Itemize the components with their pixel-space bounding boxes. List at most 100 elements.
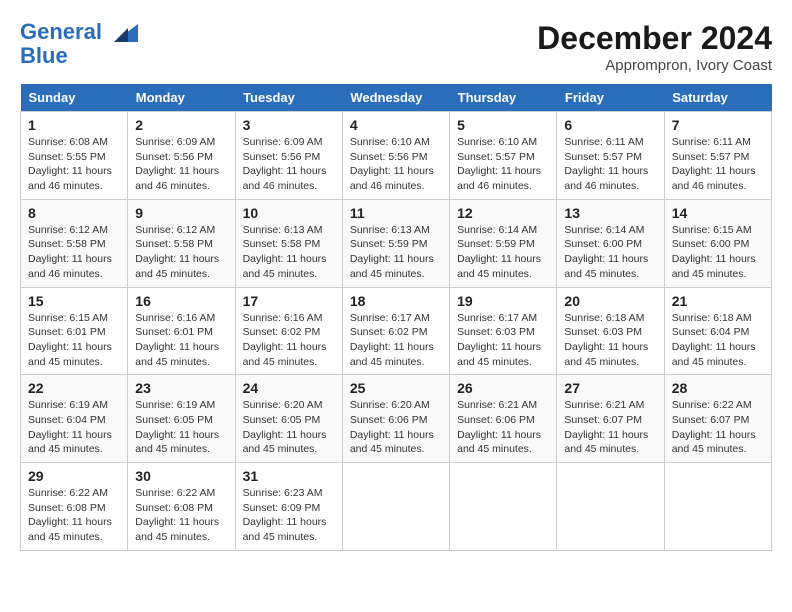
day-cell-8: 8 Sunrise: 6:12 AMSunset: 5:58 PMDayligh… (21, 199, 128, 287)
col-header-friday: Friday (557, 84, 664, 112)
day-info: Sunrise: 6:10 AMSunset: 5:56 PMDaylight:… (350, 136, 434, 192)
day-info: Sunrise: 6:18 AMSunset: 6:04 PMDaylight:… (672, 312, 756, 368)
day-info: Sunrise: 6:20 AMSunset: 6:05 PMDaylight:… (243, 399, 327, 455)
day-info: Sunrise: 6:22 AMSunset: 6:07 PMDaylight:… (672, 399, 756, 455)
day-cell-11: 11 Sunrise: 6:13 AMSunset: 5:59 PMDaylig… (342, 199, 449, 287)
day-cell-29: 29 Sunrise: 6:22 AMSunset: 6:08 PMDaylig… (21, 463, 128, 551)
day-info: Sunrise: 6:11 AMSunset: 5:57 PMDaylight:… (564, 136, 648, 192)
day-number: 13 (564, 205, 656, 221)
day-number: 24 (243, 380, 335, 396)
day-cell-10: 10 Sunrise: 6:13 AMSunset: 5:58 PMDaylig… (235, 199, 342, 287)
day-number: 10 (243, 205, 335, 221)
day-cell-28: 28 Sunrise: 6:22 AMSunset: 6:07 PMDaylig… (664, 375, 771, 463)
day-cell-31: 31 Sunrise: 6:23 AMSunset: 6:09 PMDaylig… (235, 463, 342, 551)
day-cell-25: 25 Sunrise: 6:20 AMSunset: 6:06 PMDaylig… (342, 375, 449, 463)
day-info: Sunrise: 6:20 AMSunset: 6:06 PMDaylight:… (350, 399, 434, 455)
day-number: 2 (135, 117, 227, 133)
day-number: 15 (28, 293, 120, 309)
day-number: 9 (135, 205, 227, 221)
day-info: Sunrise: 6:14 AMSunset: 5:59 PMDaylight:… (457, 224, 541, 280)
day-cell-22: 22 Sunrise: 6:19 AMSunset: 6:04 PMDaylig… (21, 375, 128, 463)
day-number: 8 (28, 205, 120, 221)
day-number: 14 (672, 205, 764, 221)
col-header-tuesday: Tuesday (235, 84, 342, 112)
day-info: Sunrise: 6:15 AMSunset: 6:00 PMDaylight:… (672, 224, 756, 280)
day-number: 23 (135, 380, 227, 396)
empty-cell (557, 463, 664, 551)
day-cell-19: 19 Sunrise: 6:17 AMSunset: 6:03 PMDaylig… (450, 287, 557, 375)
logo-blue: Blue (20, 43, 68, 68)
day-number: 6 (564, 117, 656, 133)
day-info: Sunrise: 6:11 AMSunset: 5:57 PMDaylight:… (672, 136, 756, 192)
day-info: Sunrise: 6:09 AMSunset: 5:56 PMDaylight:… (243, 136, 327, 192)
day-number: 26 (457, 380, 549, 396)
day-info: Sunrise: 6:15 AMSunset: 6:01 PMDaylight:… (28, 312, 112, 368)
day-cell-3: 3 Sunrise: 6:09 AMSunset: 5:56 PMDayligh… (235, 112, 342, 200)
day-number: 4 (350, 117, 442, 133)
day-number: 12 (457, 205, 549, 221)
day-info: Sunrise: 6:12 AMSunset: 5:58 PMDaylight:… (135, 224, 219, 280)
day-cell-12: 12 Sunrise: 6:14 AMSunset: 5:59 PMDaylig… (450, 199, 557, 287)
day-cell-18: 18 Sunrise: 6:17 AMSunset: 6:02 PMDaylig… (342, 287, 449, 375)
day-number: 28 (672, 380, 764, 396)
week-row-5: 29 Sunrise: 6:22 AMSunset: 6:08 PMDaylig… (21, 463, 772, 551)
day-number: 11 (350, 205, 442, 221)
header-row: SundayMondayTuesdayWednesdayThursdayFrid… (21, 84, 772, 112)
day-info: Sunrise: 6:13 AMSunset: 5:58 PMDaylight:… (243, 224, 327, 280)
week-row-3: 15 Sunrise: 6:15 AMSunset: 6:01 PMDaylig… (21, 287, 772, 375)
day-cell-7: 7 Sunrise: 6:11 AMSunset: 5:57 PMDayligh… (664, 112, 771, 200)
day-info: Sunrise: 6:16 AMSunset: 6:01 PMDaylight:… (135, 312, 219, 368)
day-number: 18 (350, 293, 442, 309)
day-cell-21: 21 Sunrise: 6:18 AMSunset: 6:04 PMDaylig… (664, 287, 771, 375)
day-info: Sunrise: 6:16 AMSunset: 6:02 PMDaylight:… (243, 312, 327, 368)
col-header-wednesday: Wednesday (342, 84, 449, 112)
day-info: Sunrise: 6:19 AMSunset: 6:05 PMDaylight:… (135, 399, 219, 455)
day-number: 5 (457, 117, 549, 133)
day-info: Sunrise: 6:10 AMSunset: 5:57 PMDaylight:… (457, 136, 541, 192)
day-cell-6: 6 Sunrise: 6:11 AMSunset: 5:57 PMDayligh… (557, 112, 664, 200)
day-info: Sunrise: 6:17 AMSunset: 6:03 PMDaylight:… (457, 312, 541, 368)
day-cell-17: 17 Sunrise: 6:16 AMSunset: 6:02 PMDaylig… (235, 287, 342, 375)
day-cell-1: 1 Sunrise: 6:08 AMSunset: 5:55 PMDayligh… (21, 112, 128, 200)
day-cell-24: 24 Sunrise: 6:20 AMSunset: 6:05 PMDaylig… (235, 375, 342, 463)
calendar-table: SundayMondayTuesdayWednesdayThursdayFrid… (20, 84, 772, 551)
logo: General Blue (20, 20, 138, 68)
empty-cell (450, 463, 557, 551)
day-number: 1 (28, 117, 120, 133)
day-cell-27: 27 Sunrise: 6:21 AMSunset: 6:07 PMDaylig… (557, 375, 664, 463)
day-cell-23: 23 Sunrise: 6:19 AMSunset: 6:05 PMDaylig… (128, 375, 235, 463)
day-info: Sunrise: 6:23 AMSunset: 6:09 PMDaylight:… (243, 487, 327, 543)
day-number: 20 (564, 293, 656, 309)
empty-cell (342, 463, 449, 551)
day-info: Sunrise: 6:19 AMSunset: 6:04 PMDaylight:… (28, 399, 112, 455)
day-cell-30: 30 Sunrise: 6:22 AMSunset: 6:08 PMDaylig… (128, 463, 235, 551)
day-number: 22 (28, 380, 120, 396)
day-info: Sunrise: 6:13 AMSunset: 5:59 PMDaylight:… (350, 224, 434, 280)
page-header: General Blue December 2024 Apprompron, I… (20, 20, 772, 74)
day-info: Sunrise: 6:21 AMSunset: 6:06 PMDaylight:… (457, 399, 541, 455)
day-cell-5: 5 Sunrise: 6:10 AMSunset: 5:57 PMDayligh… (450, 112, 557, 200)
day-number: 31 (243, 468, 335, 484)
day-number: 3 (243, 117, 335, 133)
day-info: Sunrise: 6:17 AMSunset: 6:02 PMDaylight:… (350, 312, 434, 368)
week-row-1: 1 Sunrise: 6:08 AMSunset: 5:55 PMDayligh… (21, 112, 772, 200)
day-cell-20: 20 Sunrise: 6:18 AMSunset: 6:03 PMDaylig… (557, 287, 664, 375)
day-info: Sunrise: 6:09 AMSunset: 5:56 PMDaylight:… (135, 136, 219, 192)
day-info: Sunrise: 6:22 AMSunset: 6:08 PMDaylight:… (135, 487, 219, 543)
day-cell-15: 15 Sunrise: 6:15 AMSunset: 6:01 PMDaylig… (21, 287, 128, 375)
day-number: 27 (564, 380, 656, 396)
logo-text: General (20, 20, 138, 44)
day-number: 30 (135, 468, 227, 484)
day-cell-4: 4 Sunrise: 6:10 AMSunset: 5:56 PMDayligh… (342, 112, 449, 200)
day-info: Sunrise: 6:14 AMSunset: 6:00 PMDaylight:… (564, 224, 648, 280)
day-number: 29 (28, 468, 120, 484)
col-header-monday: Monday (128, 84, 235, 112)
location-subtitle: Apprompron, Ivory Coast (537, 57, 772, 74)
day-info: Sunrise: 6:22 AMSunset: 6:08 PMDaylight:… (28, 487, 112, 543)
day-number: 25 (350, 380, 442, 396)
day-info: Sunrise: 6:12 AMSunset: 5:58 PMDaylight:… (28, 224, 112, 280)
day-cell-14: 14 Sunrise: 6:15 AMSunset: 6:00 PMDaylig… (664, 199, 771, 287)
day-cell-13: 13 Sunrise: 6:14 AMSunset: 6:00 PMDaylig… (557, 199, 664, 287)
day-info: Sunrise: 6:18 AMSunset: 6:03 PMDaylight:… (564, 312, 648, 368)
month-title: December 2024 (537, 20, 772, 57)
